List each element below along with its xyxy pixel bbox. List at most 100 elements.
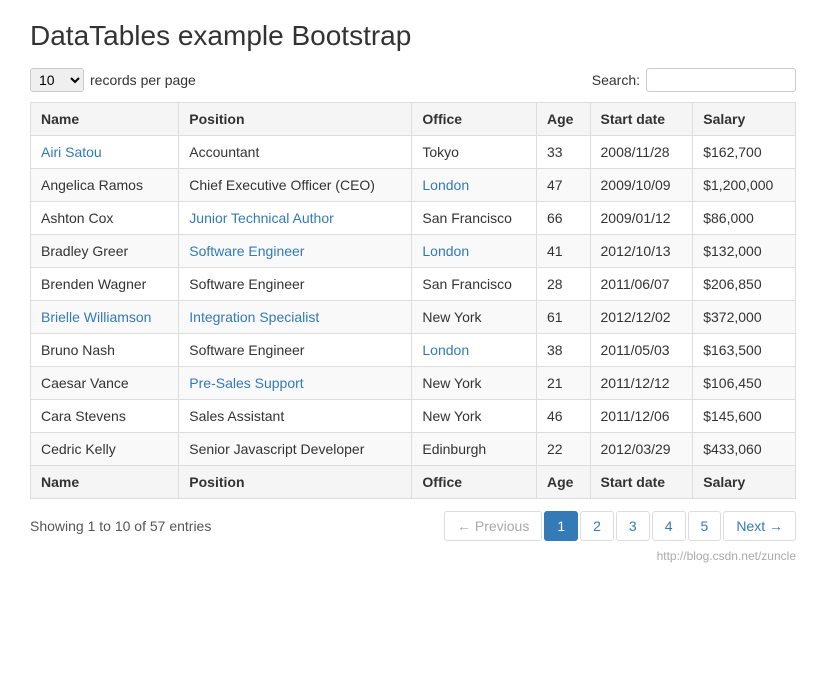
search-box: Search:: [592, 68, 796, 92]
cell-position: Software Engineer: [179, 268, 412, 301]
top-controls: 10 25 50 100 records per page Search:: [30, 68, 796, 92]
cell-salary: $145,600: [693, 400, 796, 433]
cell-office: Edinburgh: [412, 433, 537, 466]
search-input[interactable]: [646, 68, 796, 92]
cell-salary: $163,500: [693, 334, 796, 367]
cell-start_date: 2008/11/28: [590, 136, 693, 169]
cell-age: 66: [537, 202, 591, 235]
cell-name: Bradley Greer: [31, 235, 179, 268]
showing-info: Showing 1 to 10 of 57 entries: [30, 518, 211, 534]
cell-office: New York: [412, 367, 537, 400]
col-footer-name: Name: [31, 466, 179, 499]
cell-age: 22: [537, 433, 591, 466]
table-row: Bruno NashSoftware EngineerLondon382011/…: [31, 334, 796, 367]
col-header-age[interactable]: Age: [537, 103, 591, 136]
table-row: Brenden WagnerSoftware EngineerSan Franc…: [31, 268, 796, 301]
table-row: Cedric KellySenior Javascript DeveloperE…: [31, 433, 796, 466]
cell-position[interactable]: Pre-Sales Support: [179, 367, 412, 400]
cell-office[interactable]: London: [412, 235, 537, 268]
table-footer-row: Name Position Office Age Start date Sala…: [31, 466, 796, 499]
col-footer-start-date: Start date: [590, 466, 693, 499]
cell-age: 28: [537, 268, 591, 301]
cell-salary: $162,700: [693, 136, 796, 169]
cell-office[interactable]: London: [412, 169, 537, 202]
pagination-page-3[interactable]: 3: [616, 511, 650, 541]
cell-name: Caesar Vance: [31, 367, 179, 400]
cell-start_date: 2011/12/12: [590, 367, 693, 400]
cell-position[interactable]: Integration Specialist: [179, 301, 412, 334]
cell-age: 47: [537, 169, 591, 202]
records-per-page-label: records per page: [90, 72, 196, 88]
bottom-controls: Showing 1 to 10 of 57 entries ← Previous…: [30, 511, 796, 541]
table-row: Brielle WilliamsonIntegration Specialist…: [31, 301, 796, 334]
records-per-page-select[interactable]: 10 25 50 100: [30, 68, 84, 92]
cell-start_date: 2012/10/13: [590, 235, 693, 268]
col-header-position[interactable]: Position: [179, 103, 412, 136]
cell-start_date: 2009/10/09: [590, 169, 693, 202]
cell-start_date: 2011/06/07: [590, 268, 693, 301]
pagination-page-4[interactable]: 4: [652, 511, 686, 541]
cell-age: 61: [537, 301, 591, 334]
col-header-name[interactable]: Name: [31, 103, 179, 136]
cell-office: Tokyo: [412, 136, 537, 169]
col-header-salary[interactable]: Salary: [693, 103, 796, 136]
search-label: Search:: [592, 72, 640, 88]
cell-name[interactable]: Airi Satou: [31, 136, 179, 169]
cell-age: 38: [537, 334, 591, 367]
cell-salary: $433,060: [693, 433, 796, 466]
cell-office: New York: [412, 301, 537, 334]
cell-salary: $106,450: [693, 367, 796, 400]
cell-name: Ashton Cox: [31, 202, 179, 235]
watermark: http://blog.csdn.net/zuncle: [30, 549, 796, 563]
cell-office: San Francisco: [412, 202, 537, 235]
cell-name: Cara Stevens: [31, 400, 179, 433]
cell-age: 21: [537, 367, 591, 400]
cell-salary: $372,000: [693, 301, 796, 334]
col-footer-salary: Salary: [693, 466, 796, 499]
cell-salary: $206,850: [693, 268, 796, 301]
data-table: Name Position Office Age Start date Sala…: [30, 102, 796, 499]
col-footer-office: Office: [412, 466, 537, 499]
pagination-page-2[interactable]: 2: [580, 511, 614, 541]
cell-salary: $1,200,000: [693, 169, 796, 202]
cell-position[interactable]: Software Engineer: [179, 235, 412, 268]
cell-age: 33: [537, 136, 591, 169]
cell-start_date: 2011/12/06: [590, 400, 693, 433]
pagination-page-1[interactable]: 1: [544, 511, 578, 541]
cell-position: Software Engineer: [179, 334, 412, 367]
records-per-page-control: 10 25 50 100 records per page: [30, 68, 196, 92]
table-row: Angelica RamosChief Executive Officer (C…: [31, 169, 796, 202]
cell-name[interactable]: Brielle Williamson: [31, 301, 179, 334]
cell-name: Brenden Wagner: [31, 268, 179, 301]
table-header-row: Name Position Office Age Start date Sala…: [31, 103, 796, 136]
col-footer-position: Position: [179, 466, 412, 499]
cell-salary: $132,000: [693, 235, 796, 268]
cell-age: 46: [537, 400, 591, 433]
cell-age: 41: [537, 235, 591, 268]
table-row: Ashton CoxJunior Technical AuthorSan Fra…: [31, 202, 796, 235]
col-header-office[interactable]: Office: [412, 103, 537, 136]
col-header-start-date[interactable]: Start date: [590, 103, 693, 136]
cell-office[interactable]: London: [412, 334, 537, 367]
page-title: DataTables example Bootstrap: [30, 20, 796, 52]
cell-position: Senior Javascript Developer: [179, 433, 412, 466]
cell-start_date: 2009/01/12: [590, 202, 693, 235]
pagination-previous[interactable]: ← Previous: [444, 511, 542, 541]
cell-start_date: 2012/12/02: [590, 301, 693, 334]
cell-name: Bruno Nash: [31, 334, 179, 367]
col-footer-age: Age: [537, 466, 591, 499]
pagination-page-5[interactable]: 5: [688, 511, 722, 541]
cell-start_date: 2011/05/03: [590, 334, 693, 367]
table-row: Caesar VancePre-Sales SupportNew York212…: [31, 367, 796, 400]
cell-salary: $86,000: [693, 202, 796, 235]
cell-name: Cedric Kelly: [31, 433, 179, 466]
table-row: Airi SatouAccountantTokyo332008/11/28$16…: [31, 136, 796, 169]
pagination: ← Previous 1 2 3 4 5 Next →: [444, 511, 796, 541]
cell-position[interactable]: Junior Technical Author: [179, 202, 412, 235]
cell-position: Accountant: [179, 136, 412, 169]
cell-office: New York: [412, 400, 537, 433]
cell-start_date: 2012/03/29: [590, 433, 693, 466]
pagination-next[interactable]: Next →: [723, 511, 796, 541]
cell-position: Chief Executive Officer (CEO): [179, 169, 412, 202]
cell-name: Angelica Ramos: [31, 169, 179, 202]
